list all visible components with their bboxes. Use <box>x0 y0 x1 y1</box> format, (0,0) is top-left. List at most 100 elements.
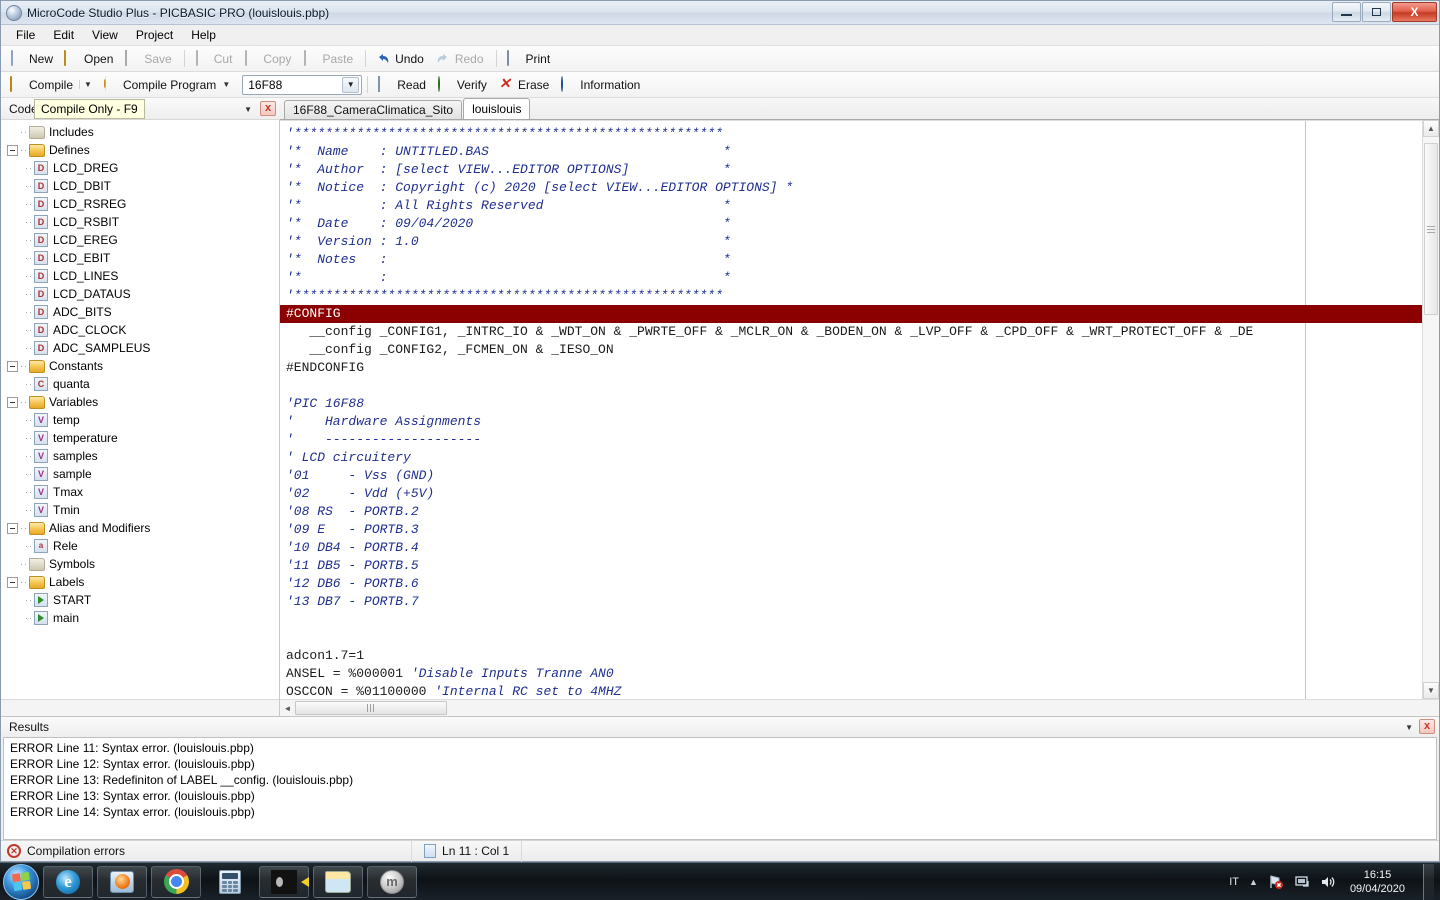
show-hidden-icons-button[interactable]: ▲ <box>1249 877 1258 887</box>
cut-button[interactable]: Cut <box>190 48 240 70</box>
taskbar-item-google-chrome[interactable] <box>151 866 201 898</box>
tree-item-samples[interactable]: ···Vsamples <box>1 447 279 465</box>
tree-expander-minus-icon[interactable] <box>7 145 18 156</box>
result-error-line[interactable]: ERROR Line 12: Syntax error. (louislouis… <box>10 757 1436 773</box>
editor-vertical-scrollbar[interactable]: ▲ ▼ <box>1422 120 1439 699</box>
compile-button[interactable]: Compile ▼ <box>5 74 99 96</box>
tree-item-quanta[interactable]: ···Cquanta <box>1 375 279 393</box>
close-explorer-button[interactable]: x <box>260 101 276 116</box>
taskbar-item-windows-media-player[interactable] <box>97 866 147 898</box>
tree-item-constants[interactable]: ··Constants <box>1 357 279 375</box>
tree-item-temperature[interactable]: ···Vtemperature <box>1 429 279 447</box>
results-list[interactable]: ERROR Line 11: Syntax error. (louislouis… <box>3 737 1437 840</box>
action-center-icon[interactable] <box>1294 874 1310 890</box>
tree-item-symbols[interactable]: ··Symbols <box>1 555 279 573</box>
tree-item-rele[interactable]: ···aRele <box>1 537 279 555</box>
tree-item-lcd_rsreg[interactable]: ···DLCD_RSREG <box>1 195 279 213</box>
tree-item-lcd_dbit[interactable]: ···DLCD_DBIT <box>1 177 279 195</box>
menu-project[interactable]: Project <box>127 26 182 44</box>
code-viewport[interactable]: '***************************************… <box>280 120 1422 699</box>
save-button[interactable]: Save <box>120 48 178 70</box>
menu-file[interactable]: File <box>7 26 44 44</box>
network-error-icon[interactable] <box>1268 874 1284 890</box>
tree-expander-minus-icon[interactable] <box>7 397 18 408</box>
compile-program-button[interactable]: Compile Program ▼ <box>99 74 237 96</box>
tree-item-lcd_lines[interactable]: ···DLCD_LINES <box>1 267 279 285</box>
tree-item-lcd_rsbit[interactable]: ···DLCD_RSBIT <box>1 213 279 231</box>
taskbar-item-windows-explorer[interactable] <box>313 866 363 898</box>
restore-button[interactable] <box>1362 2 1391 22</box>
device-select[interactable]: 16F88 ▼ <box>242 75 362 95</box>
chevron-down-icon[interactable]: ▼ <box>79 80 92 89</box>
information-button[interactable]: Information <box>556 74 647 96</box>
vertical-scroll-track[interactable] <box>1423 137 1439 682</box>
scroll-down-arrow-icon[interactable]: ▼ <box>1423 682 1439 699</box>
language-indicator[interactable]: IT <box>1229 876 1239 888</box>
redo-button[interactable]: Redo <box>431 48 491 70</box>
result-error-line[interactable]: ERROR Line 13: Redefiniton of LABEL __co… <box>10 773 1436 789</box>
tree-item-lcd_dreg[interactable]: ···DLCD_DREG <box>1 159 279 177</box>
vertical-scroll-thumb[interactable] <box>1424 143 1438 315</box>
tree-item-includes[interactable]: ··Includes <box>1 123 279 141</box>
tree-expander-minus-icon[interactable] <box>7 361 18 372</box>
tree-connector: ··· <box>25 505 34 515</box>
scroll-left-arrow-icon[interactable]: ◄ <box>280 700 295 716</box>
chevron-down-icon[interactable]: ▼ <box>342 77 359 93</box>
result-error-line[interactable]: ERROR Line 13: Syntax error. (louislouis… <box>10 789 1436 805</box>
editor-horizontal-scrollbar[interactable]: ◄ <box>280 699 1439 716</box>
menu-view[interactable]: View <box>83 26 127 44</box>
chevron-down-icon[interactable]: ▼ <box>222 80 230 89</box>
tree-item-sample[interactable]: ···Vsample <box>1 465 279 483</box>
undo-button[interactable]: Undo <box>371 48 431 70</box>
sidebar-horizontal-scrollbar[interactable] <box>1 699 279 716</box>
tree-item-lcd_ereg[interactable]: ···DLCD_EREG <box>1 231 279 249</box>
result-error-line[interactable]: ERROR Line 11: Syntax error. (louislouis… <box>10 741 1436 757</box>
tree-expander-minus-icon[interactable] <box>7 523 18 534</box>
open-button[interactable]: Open <box>60 48 120 70</box>
tree-item-labels[interactable]: ··Labels <box>1 573 279 591</box>
verify-button[interactable]: Verify <box>433 74 494 96</box>
taskbar-item-mega-sync[interactable]: m <box>367 866 417 898</box>
tree-item-adc_sampleus[interactable]: ···DADC_SAMPLEUS <box>1 339 279 357</box>
start-button[interactable] <box>3 864 39 900</box>
tree-item-alias-and-modifiers[interactable]: ··Alias and Modifiers <box>1 519 279 537</box>
menu-help[interactable]: Help <box>182 26 225 44</box>
new-button[interactable]: New <box>5 48 60 70</box>
tree-item-adc_bits[interactable]: ···DADC_BITS <box>1 303 279 321</box>
result-error-line[interactable]: ERROR Line 14: Syntax error. (louislouis… <box>10 805 1436 821</box>
tab-16F88-CameraClimatica-Sito[interactable]: 16F88_CameraClimatica_Sito <box>284 100 462 119</box>
tree-item-tmin[interactable]: ···VTmin <box>1 501 279 519</box>
tree-item-lcd_dataus[interactable]: ···DLCD_DATAUS <box>1 285 279 303</box>
tab-louislouis[interactable]: louislouis <box>463 98 530 119</box>
tree-item-temp[interactable]: ···Vtemp <box>1 411 279 429</box>
close-results-button[interactable]: x <box>1419 719 1435 734</box>
tree-item-defines[interactable]: ··Defines <box>1 141 279 159</box>
taskbar-clock[interactable]: 16:15 09/04/2020 <box>1346 868 1409 896</box>
tree-item-lcd_ebit[interactable]: ···DLCD_EBIT <box>1 249 279 267</box>
scroll-up-arrow-icon[interactable]: ▲ <box>1423 120 1439 137</box>
volume-icon[interactable] <box>1320 874 1336 890</box>
tree-item-start[interactable]: ···START <box>1 591 279 609</box>
read-button[interactable]: Read <box>373 74 433 96</box>
taskbar-item-internet-explorer[interactable]: e <box>43 866 93 898</box>
copy-button[interactable]: Copy <box>239 48 298 70</box>
print-button[interactable]: Print <box>502 48 558 70</box>
code-explorer-tree[interactable]: ··Includes··Defines···DLCD_DREG···DLCD_D… <box>1 120 279 699</box>
erase-button[interactable]: ✕ Erase <box>494 74 556 96</box>
paste-button[interactable]: Paste <box>298 48 360 70</box>
tree-item-tmax[interactable]: ···VTmax <box>1 483 279 501</box>
chevron-down-icon[interactable]: ▼ <box>1405 723 1413 732</box>
taskbar-item-pic-programmer[interactable] <box>259 866 309 898</box>
tree-item-variables[interactable]: ··Variables <box>1 393 279 411</box>
chevron-down-icon[interactable]: ▼ <box>244 105 252 114</box>
code-text[interactable]: '***************************************… <box>280 121 1422 699</box>
tree-item-adc_clock[interactable]: ···DADC_CLOCK <box>1 321 279 339</box>
menu-edit[interactable]: Edit <box>44 26 83 44</box>
tree-expander-minus-icon[interactable] <box>7 577 18 588</box>
horizontal-scroll-thumb[interactable] <box>295 701 447 715</box>
minimize-button[interactable] <box>1332 2 1361 22</box>
show-desktop-button[interactable] <box>1423 864 1434 900</box>
tree-item-main[interactable]: ···main <box>1 609 279 627</box>
close-button[interactable]: X <box>1392 2 1437 22</box>
taskbar-item-calculator[interactable] <box>205 866 255 898</box>
